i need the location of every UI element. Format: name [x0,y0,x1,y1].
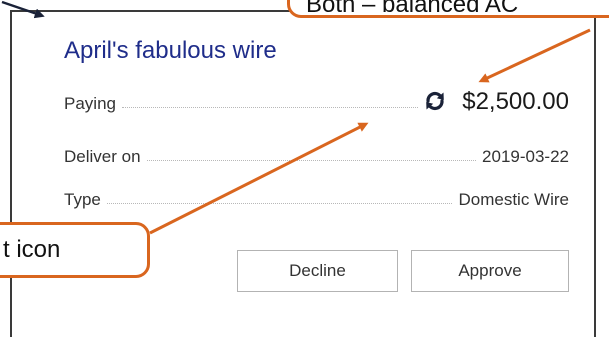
paying-label: Paying [64,94,116,113]
type-row: Type Domestic Wire [64,182,569,212]
approve-button[interactable]: Approve [411,250,569,292]
deliver-label: Deliver on [64,147,141,166]
deliver-date: 2019-03-22 [482,147,569,166]
type-label: Type [64,190,101,209]
screenshot-stage: April's fabulous wire Paying $2,500.00 D… [0,0,609,337]
annotation-callout-left: t icon [0,222,150,278]
decline-button[interactable]: Decline [237,250,398,292]
paying-row: Paying $2,500.00 [64,86,569,116]
paying-leader-dots [121,107,419,108]
payment-amount: $2,500.00 [462,88,569,115]
type-value: Domestic Wire [458,190,569,209]
deliver-leader-dots [146,160,477,161]
payment-title: April's fabulous wire [64,37,277,64]
annotation-callout-top: Both – balanced AC [287,0,609,18]
type-leader-dots [106,203,453,204]
recurring-payment-icon [424,90,446,112]
deliver-row: Deliver on 2019-03-22 [64,139,569,169]
